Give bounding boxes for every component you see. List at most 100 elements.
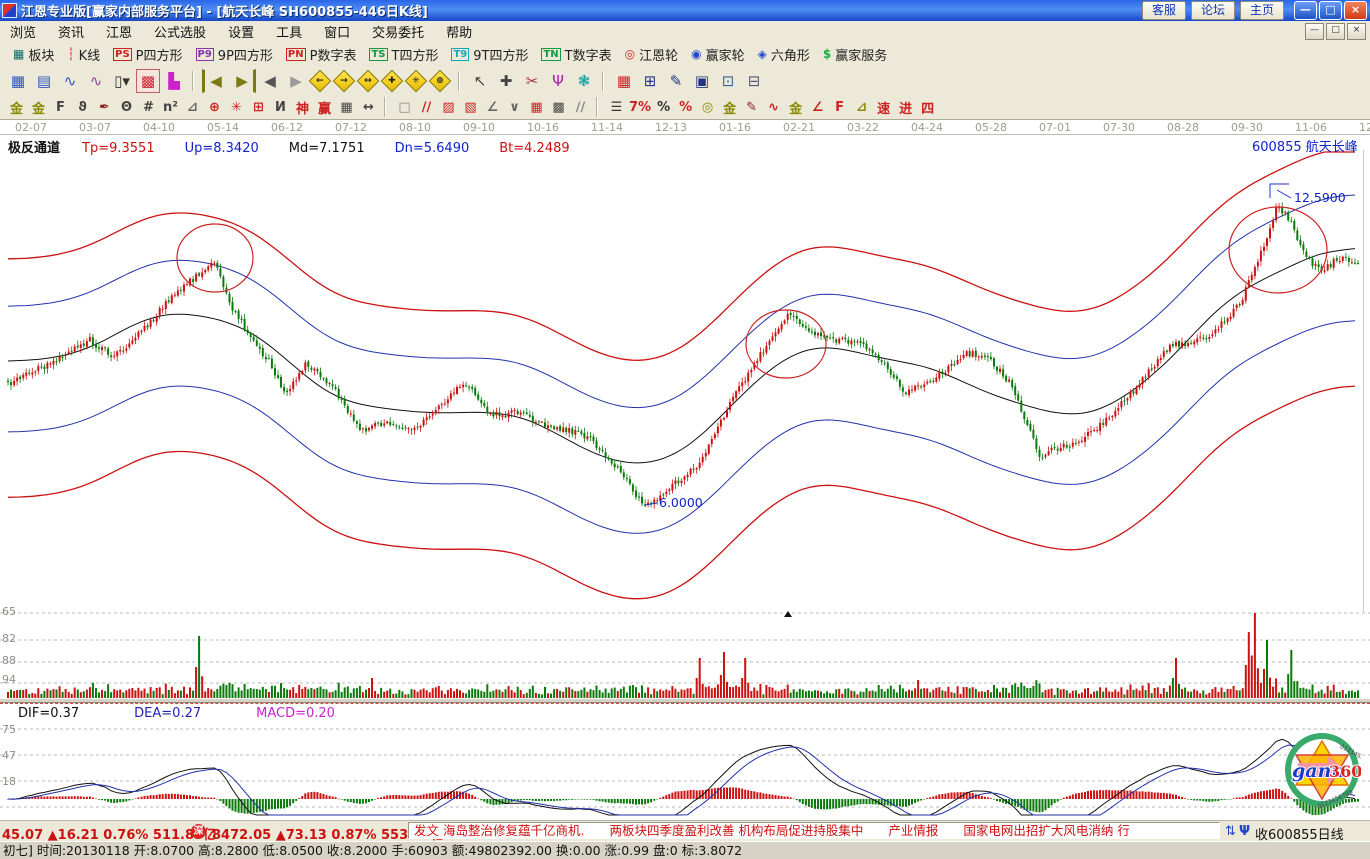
nav-first-icon[interactable]: ◀ bbox=[202, 69, 228, 93]
calendar-icon[interactable]: ▦ bbox=[612, 69, 636, 93]
speed-angle1-icon[interactable]: ∠ bbox=[808, 98, 827, 117]
box-select-icon[interactable]: □ bbox=[395, 98, 414, 117]
customer-service-button[interactable]: 客服 bbox=[1142, 1, 1186, 20]
mdi-restore-button[interactable]: □ bbox=[1326, 23, 1345, 40]
hatch-icon[interactable]: ∕∕ bbox=[571, 98, 590, 117]
feature-kline[interactable]: ┆K线 bbox=[67, 45, 100, 64]
pointer-icon[interactable]: ↖ bbox=[468, 69, 492, 93]
annotation-circle-1[interactable] bbox=[177, 224, 253, 292]
feature-gann-wheel[interactable]: ◎江恩轮 bbox=[625, 45, 679, 64]
export-icon[interactable]: ⊡ bbox=[716, 69, 740, 93]
clock-circle-icon[interactable]: Θ bbox=[117, 98, 136, 117]
gann-cross-icon[interactable]: ✚ bbox=[381, 70, 404, 93]
notepad-icon[interactable]: ✎ bbox=[664, 69, 688, 93]
nav-prev-icon[interactable]: ◀ bbox=[258, 69, 282, 93]
grid123-icon[interactable]: ▦ bbox=[337, 98, 356, 117]
nav-last-icon[interactable]: ▶ bbox=[230, 69, 256, 93]
save-icon[interactable]: ▣ bbox=[690, 69, 714, 93]
menu-item-4[interactable]: 设置 bbox=[228, 22, 254, 41]
menu-item-7[interactable]: 交易委托 bbox=[372, 22, 424, 41]
nav-next-icon[interactable]: ▶ bbox=[284, 69, 308, 93]
chart3-icon[interactable]: ∿ bbox=[58, 69, 82, 93]
gold-ruler2-icon[interactable]: 金 bbox=[29, 98, 48, 117]
annotation-circle-3[interactable] bbox=[1229, 207, 1327, 293]
spiral-icon[interactable]: ϑ bbox=[73, 98, 92, 117]
gann-right-icon[interactable]: → bbox=[333, 70, 356, 93]
menu-item-3[interactable]: 公式选股 bbox=[154, 22, 206, 41]
menu-item-8[interactable]: 帮助 bbox=[446, 22, 472, 41]
pen-icon[interactable]: ✒ bbox=[95, 98, 114, 117]
comb-scale-icon[interactable]: # bbox=[139, 98, 158, 117]
percent-line-icon[interactable]: % bbox=[676, 98, 695, 117]
calculator-icon[interactable]: ⊞ bbox=[638, 69, 662, 93]
feature-t-square[interactable]: TST四方形 bbox=[369, 45, 438, 64]
minimize-button[interactable]: — bbox=[1294, 1, 1317, 20]
feature-9t-square[interactable]: T99T四方形 bbox=[451, 45, 528, 64]
feature-winner-service[interactable]: $赢家服务 bbox=[823, 45, 887, 64]
tile-windows-icon[interactable]: ▦ bbox=[6, 69, 30, 93]
feature-p-square[interactable]: PSP四方形 bbox=[113, 45, 182, 64]
fan-box-icon[interactable]: ▨ bbox=[439, 98, 458, 117]
red-grid-icon[interactable]: ▦ bbox=[527, 98, 546, 117]
forum-button[interactable]: 论坛 bbox=[1191, 1, 1235, 20]
menu-item-0[interactable]: 浏览 bbox=[10, 22, 36, 41]
menu-item-2[interactable]: 江恩 bbox=[106, 22, 132, 41]
gold-lines-icon[interactable]: 金 bbox=[720, 98, 739, 117]
feature-t-number[interactable]: TNT数字表 bbox=[541, 45, 611, 64]
shen-tool-icon[interactable]: 神 bbox=[293, 98, 312, 117]
map-tool-icon[interactable]: ▩ bbox=[136, 69, 160, 93]
percent7-icon[interactable]: 7% bbox=[629, 98, 651, 117]
four-icon[interactable]: 四 bbox=[918, 98, 937, 117]
pattern-tool-icon[interactable]: ❃ bbox=[572, 69, 596, 93]
speed-lines-icon[interactable]: 速 bbox=[874, 98, 893, 117]
angle-measure-icon[interactable]: ✂ bbox=[520, 69, 544, 93]
stats-list-icon[interactable]: ☰ bbox=[607, 98, 626, 117]
percent-icon[interactable]: % bbox=[654, 98, 673, 117]
print-icon[interactable]: ⊟ bbox=[742, 69, 766, 93]
wave-icon[interactable]: ∿ bbox=[764, 98, 783, 117]
fib-ruler-icon[interactable]: F bbox=[51, 98, 70, 117]
info-report-icon[interactable]: ▤ bbox=[32, 69, 56, 93]
speed-angle2-icon[interactable]: F bbox=[830, 98, 849, 117]
gann-leftright-icon[interactable]: ↔ bbox=[357, 70, 380, 93]
feature-hexagon[interactable]: ◈六角形 bbox=[758, 45, 810, 64]
chart9-icon[interactable]: ∿ bbox=[84, 69, 108, 93]
circle-cross-icon[interactable]: ⊕ bbox=[205, 98, 224, 117]
black-grid-icon[interactable]: ▩ bbox=[549, 98, 568, 117]
gold-slant-icon[interactable]: 金 bbox=[786, 98, 805, 117]
feature-sector[interactable]: ▦板块 bbox=[13, 45, 54, 64]
gold-circle-icon[interactable]: ◎ bbox=[698, 98, 717, 117]
grid-target-icon[interactable]: ⊞ bbox=[249, 98, 268, 117]
feature-p-number[interactable]: PNP数字表 bbox=[286, 45, 357, 64]
web-icon[interactable]: ✳ bbox=[227, 98, 246, 117]
mdi-close-button[interactable]: × bbox=[1347, 23, 1366, 40]
gold-angle-icon[interactable]: ⊿ bbox=[852, 98, 871, 117]
gann-star-icon[interactable]: ✳ bbox=[405, 70, 428, 93]
angle-ruler-icon[interactable]: ⊿ bbox=[183, 98, 202, 117]
news-ticker[interactable]: 发文 海岛整治修复蕴千亿商机. 两板块四季度盈利改善 机构布局促进持股集中 产业… bbox=[408, 822, 1220, 839]
fork-tool-icon[interactable]: Ψ bbox=[546, 69, 570, 93]
win-tool-icon[interactable]: 赢 bbox=[315, 98, 334, 117]
feature-9p-square[interactable]: P99P四方形 bbox=[196, 45, 273, 64]
fan-lines-icon[interactable]: ∕∕ bbox=[417, 98, 436, 117]
swing-icon[interactable]: И bbox=[271, 98, 290, 117]
crosshair-icon[interactable]: ✚ bbox=[494, 69, 518, 93]
gold-ruler1-icon[interactable]: 金 bbox=[7, 98, 26, 117]
restore-button[interactable]: □ bbox=[1319, 1, 1342, 20]
feature-winner-wheel[interactable]: ◉赢家轮 bbox=[691, 45, 745, 64]
annotation-circle-2[interactable] bbox=[746, 310, 826, 378]
menu-item-1[interactable]: 资讯 bbox=[58, 22, 84, 41]
width-measure-icon[interactable]: ↔ bbox=[359, 98, 378, 117]
v-pattern-icon[interactable]: ∨ bbox=[505, 98, 524, 117]
homepage-button[interactable]: 主页 bbox=[1240, 1, 1284, 20]
updown-icon[interactable]: ⇅ bbox=[1225, 824, 1236, 839]
gann-target-icon[interactable]: ⊕ bbox=[429, 70, 452, 93]
menu-item-6[interactable]: 窗口 bbox=[324, 22, 350, 41]
pen2-icon[interactable]: ✎ bbox=[742, 98, 761, 117]
n-square-icon[interactable]: n² bbox=[161, 98, 180, 117]
close-button[interactable]: × bbox=[1344, 1, 1367, 20]
mdi-minimize-button[interactable]: — bbox=[1305, 23, 1324, 40]
net-box-icon[interactable]: ▧ bbox=[461, 98, 480, 117]
advance-lines-icon[interactable]: 进 bbox=[896, 98, 915, 117]
menu-item-5[interactable]: 工具 bbox=[276, 22, 302, 41]
